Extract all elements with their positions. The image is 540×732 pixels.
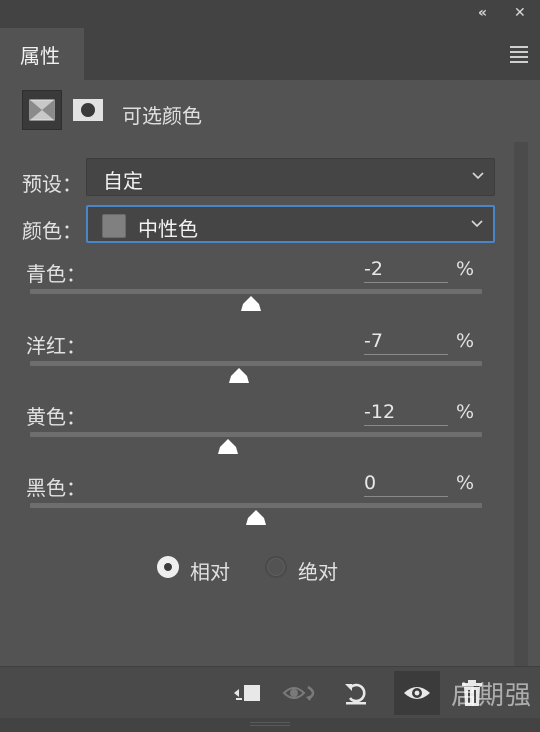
reset-icon (345, 683, 366, 705)
absolute-radio[interactable] (265, 556, 287, 578)
scrollbar[interactable] (514, 142, 528, 666)
tab-bar: 属性 (0, 28, 540, 80)
panel-titlebar: « ✕ (0, 0, 540, 28)
adjustment-layer-icon (29, 99, 55, 121)
percent-unit: % (456, 330, 475, 352)
slider-value-input[interactable]: 0 (364, 472, 448, 497)
percent-unit: % (456, 472, 475, 494)
clip-to-layer-button[interactable] (226, 675, 266, 711)
chevron-down-icon (471, 220, 483, 228)
slider-track[interactable] (30, 432, 482, 437)
colors-label: 颜色： (22, 219, 82, 243)
colors-value: 中性色 (138, 217, 198, 241)
panel-footer: 启期强 (0, 666, 540, 718)
properties-header: 可选颜色 (0, 80, 540, 142)
layer-mask-button[interactable] (68, 90, 108, 130)
visibility-icon (404, 687, 430, 699)
tab-properties-label: 属性 (20, 44, 60, 68)
relative-radio[interactable] (157, 556, 179, 578)
resize-grip[interactable] (250, 722, 290, 726)
slider-value-input[interactable]: -2 (364, 258, 448, 283)
preset-label: 预设： (22, 172, 82, 196)
close-icon[interactable]: ✕ (514, 5, 526, 21)
slider-thumb[interactable] (228, 367, 250, 385)
panel-menu-icon[interactable] (510, 46, 528, 66)
tab-properties[interactable]: 属性 (0, 28, 84, 80)
visibility-button[interactable] (394, 671, 440, 715)
slider-track[interactable] (30, 361, 482, 366)
slider-label: 青色： (26, 262, 86, 286)
slider-thumb[interactable] (245, 509, 267, 527)
layer-mask-icon (73, 99, 103, 121)
view-previous-state-button[interactable] (282, 675, 322, 711)
color-swatch (102, 214, 126, 238)
relative-label: 相对 (190, 560, 230, 584)
slider-label: 黄色： (26, 405, 86, 429)
view-previous-state-icon (282, 685, 315, 701)
slider-label: 洋红： (26, 334, 86, 358)
reset-button[interactable] (336, 675, 376, 711)
chevron-down-icon (472, 172, 484, 180)
slider-track[interactable] (30, 503, 482, 508)
slider-value-input[interactable]: -12 (364, 401, 448, 426)
slider-label: 黑色： (26, 476, 86, 500)
collapse-icon[interactable]: « (478, 5, 487, 21)
adjustment-layer-button[interactable] (22, 90, 62, 130)
clip-to-layer-icon (234, 685, 260, 701)
percent-unit: % (456, 258, 475, 280)
slider-track[interactable] (30, 289, 482, 294)
slider-thumb[interactable] (240, 295, 262, 313)
watermark: 启期强 (450, 681, 532, 711)
adjustment-title: 可选颜色 (122, 104, 202, 128)
preset-dropdown[interactable]: 自定 (86, 158, 495, 196)
preset-value: 自定 (103, 169, 143, 193)
percent-unit: % (456, 401, 475, 423)
slider-thumb[interactable] (217, 438, 239, 456)
colors-dropdown[interactable]: 中性色 (86, 205, 495, 243)
absolute-label: 绝对 (298, 560, 338, 584)
slider-value-input[interactable]: -7 (364, 330, 448, 355)
resize-strip[interactable] (0, 718, 540, 732)
